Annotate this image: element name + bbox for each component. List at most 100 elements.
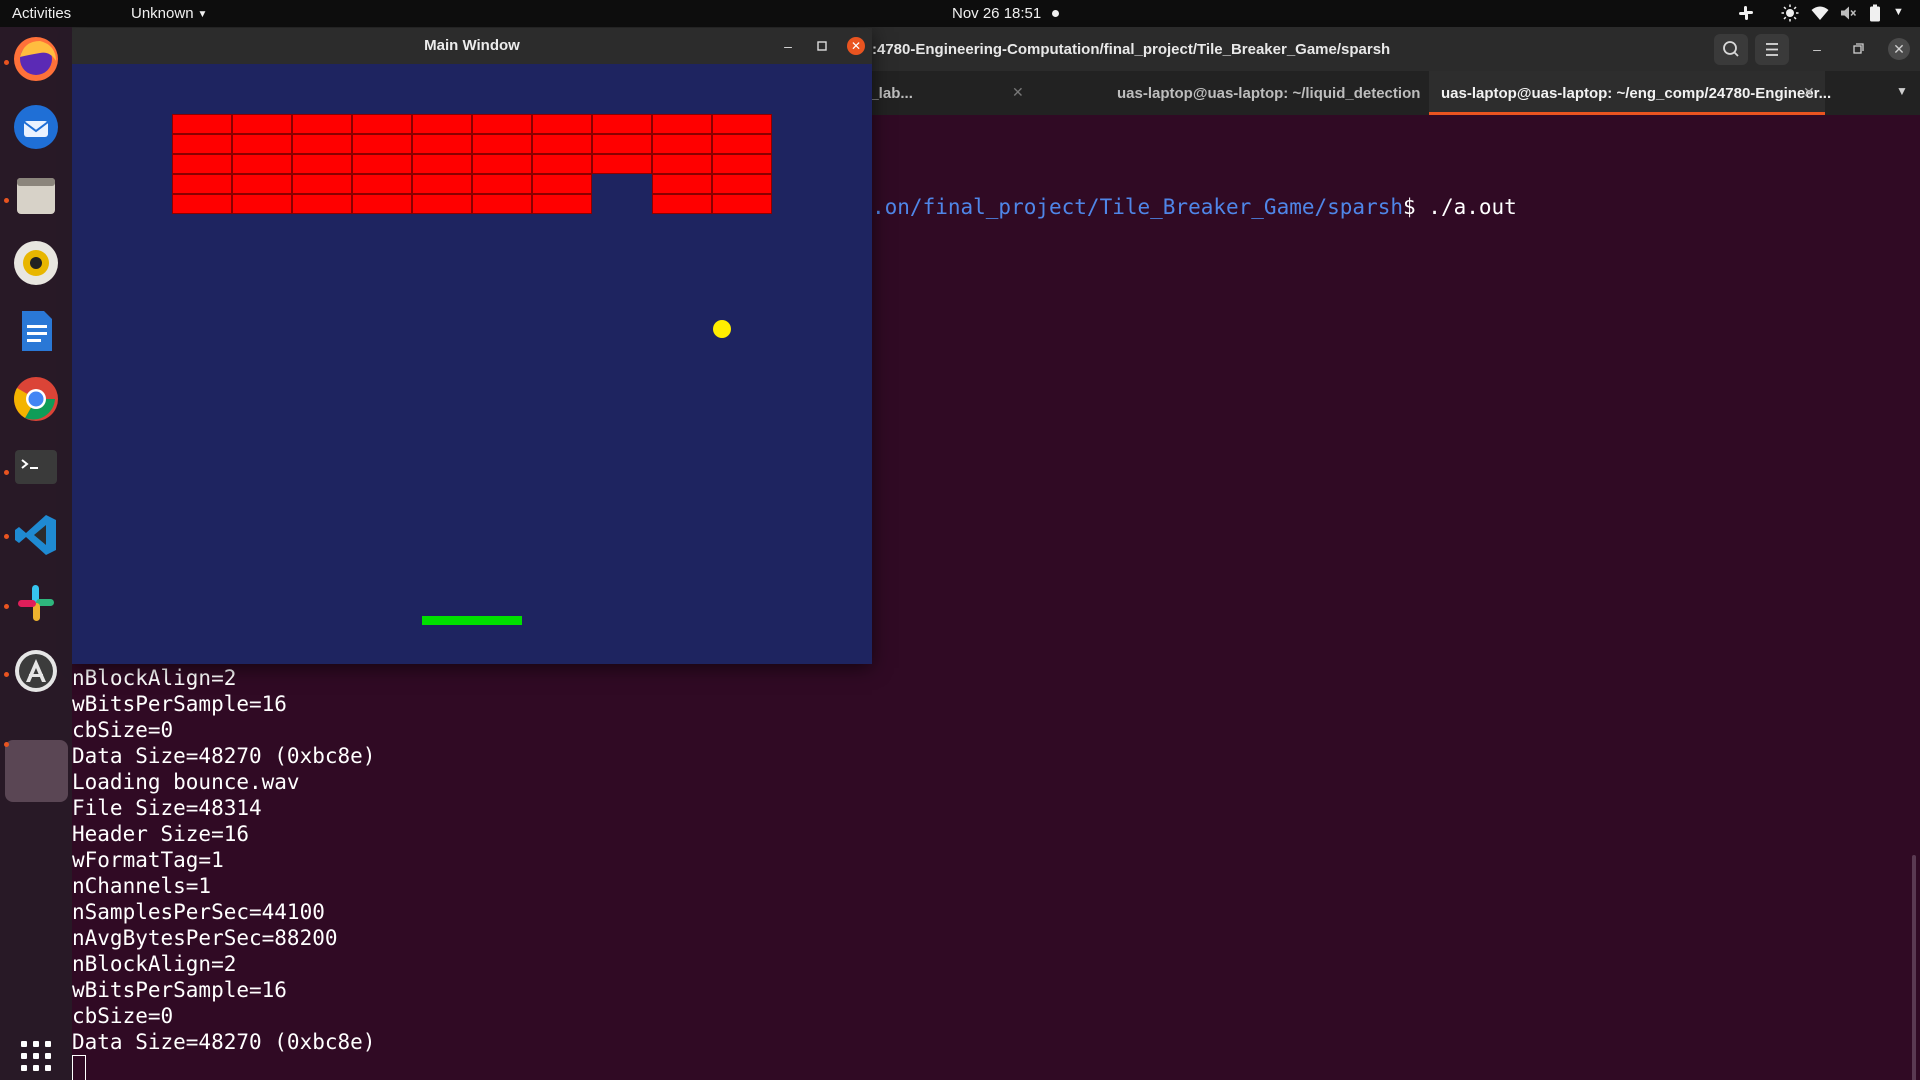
brick [712,194,772,214]
dock-item-firefox[interactable] [10,33,62,85]
brick [652,194,712,214]
firefox-icon [14,37,58,81]
rhythmbox-icon [14,241,58,285]
brick [592,154,652,174]
brick [352,114,412,134]
dock-item-rhythmbox[interactable] [10,237,62,289]
brick [412,154,472,174]
brick [172,134,232,154]
terminal-tab[interactable]: a_lab... ✕ [862,71,1062,115]
brick [712,174,772,194]
brick [232,194,292,214]
chrome-icon [14,377,58,421]
dock-item-vscode[interactable] [10,509,62,561]
app-menu[interactable]: Unknown ▼ [131,5,207,22]
brick [412,114,472,134]
battery-icon[interactable] [1869,4,1881,26]
running-indicator [4,60,9,65]
brick [412,134,472,154]
brick [472,114,532,134]
game-minimize-button[interactable]: – [779,37,797,55]
thunderbird-icon [14,105,58,149]
output-line: nSamplesPerSec=44100 [72,900,325,924]
brick [232,154,292,174]
terminal-tab[interactable]: uas-laptop@uas-laptop: ~/liquid_detectio… [1072,71,1482,115]
brick [712,134,772,154]
dock-item-chrome[interactable] [10,373,62,425]
activities-button[interactable]: Activities [12,5,71,22]
desktop: :4780-Engineering-Computation/final_proj… [0,0,1920,1080]
notification-dot [1052,10,1059,17]
brick [292,154,352,174]
app-menu-label: Unknown [131,5,194,22]
running-indicator [4,470,9,475]
game-maximize-button[interactable] [813,37,831,55]
brick [292,174,352,194]
game-window[interactable]: Main Window – ✕ [72,28,872,664]
output-line: nBlockAlign=2 [72,952,237,976]
tab-close-icon[interactable]: ✕ [1803,84,1815,101]
dock-item-terminal[interactable] [10,441,62,493]
game-titlebar[interactable]: Main Window – ✕ [72,28,872,64]
brick [172,114,232,134]
tabs-dropdown-icon[interactable]: ▼ [1896,84,1908,98]
brick [472,194,532,214]
terminal-close-button[interactable]: ✕ [1888,38,1910,60]
paddle [422,616,522,625]
output-line: wFormatTag=1 [72,848,224,872]
brick [172,174,232,194]
hamburger-icon [1766,43,1778,56]
brightness-icon[interactable] [1781,4,1799,26]
program-output: nBlockAlign=2 wBitsPerSample=16 cbSize=0… [72,665,375,1080]
terminal-menu-button[interactable] [1755,34,1789,65]
system-menu-caret-icon[interactable]: ▼ [1893,6,1904,18]
volume-muted-icon[interactable] [1839,4,1857,26]
brick [592,134,652,154]
brick [292,114,352,134]
dock-item-active-window[interactable] [5,740,68,802]
brick [232,174,292,194]
brick [412,174,472,194]
output-line: nAvgBytesPerSec=88200 [72,926,338,950]
cursor-line [72,1055,375,1080]
output-line: File Size=48314 [72,796,262,820]
clock[interactable]: Nov 26 18:51 [952,5,1041,22]
running-indicator [4,672,9,677]
brick [652,114,712,134]
game-canvas[interactable] [72,64,872,664]
terminal-maximize-button[interactable] [1847,38,1869,60]
vscode-icon [15,515,56,555]
brick-wall [172,114,772,214]
brick [592,114,652,134]
dock-item-thunderbird[interactable] [10,101,62,153]
dock-item-software-updater[interactable] [10,645,62,697]
brick [532,194,592,214]
output-line: cbSize=0 [72,1004,174,1028]
dock-item-files[interactable] [10,169,62,221]
dock-item-writer[interactable] [10,305,62,357]
terminal-scrollbar[interactable] [1912,855,1916,1080]
running-indicator [4,534,9,539]
brick [292,194,352,214]
top-bar: Activities Unknown ▼ Nov 26 18:51 ▼ [0,0,1920,27]
show-apps-button[interactable] [13,1033,59,1079]
tab-close-icon[interactable]: ✕ [1012,84,1024,101]
terminal-minimize-button[interactable]: – [1806,38,1828,60]
dock-item-slack[interactable] [10,577,62,629]
tray-slack-icon[interactable] [1737,4,1755,26]
app-grid-icon [21,1041,51,1071]
output-line: nBlockAlign=2 [72,666,237,690]
close-icon: ✕ [850,39,862,53]
game-close-button[interactable]: ✕ [847,37,865,55]
minimize-icon: – [784,38,792,54]
output-line: wBitsPerSample=16 [72,978,287,1002]
output-line: Loading bounce.wav [72,770,300,794]
software-updater-icon [15,650,57,692]
ball [713,320,731,338]
terminal-tab-active[interactable]: uas-laptop@uas-laptop: ~/eng_comp/24780-… [1429,71,1831,115]
wifi-icon[interactable] [1811,4,1829,26]
output-line: Data Size=48270 (0xbc8e) [72,744,376,768]
terminal-search-button[interactable] [1714,34,1748,65]
brick [472,174,532,194]
brick [532,114,592,134]
